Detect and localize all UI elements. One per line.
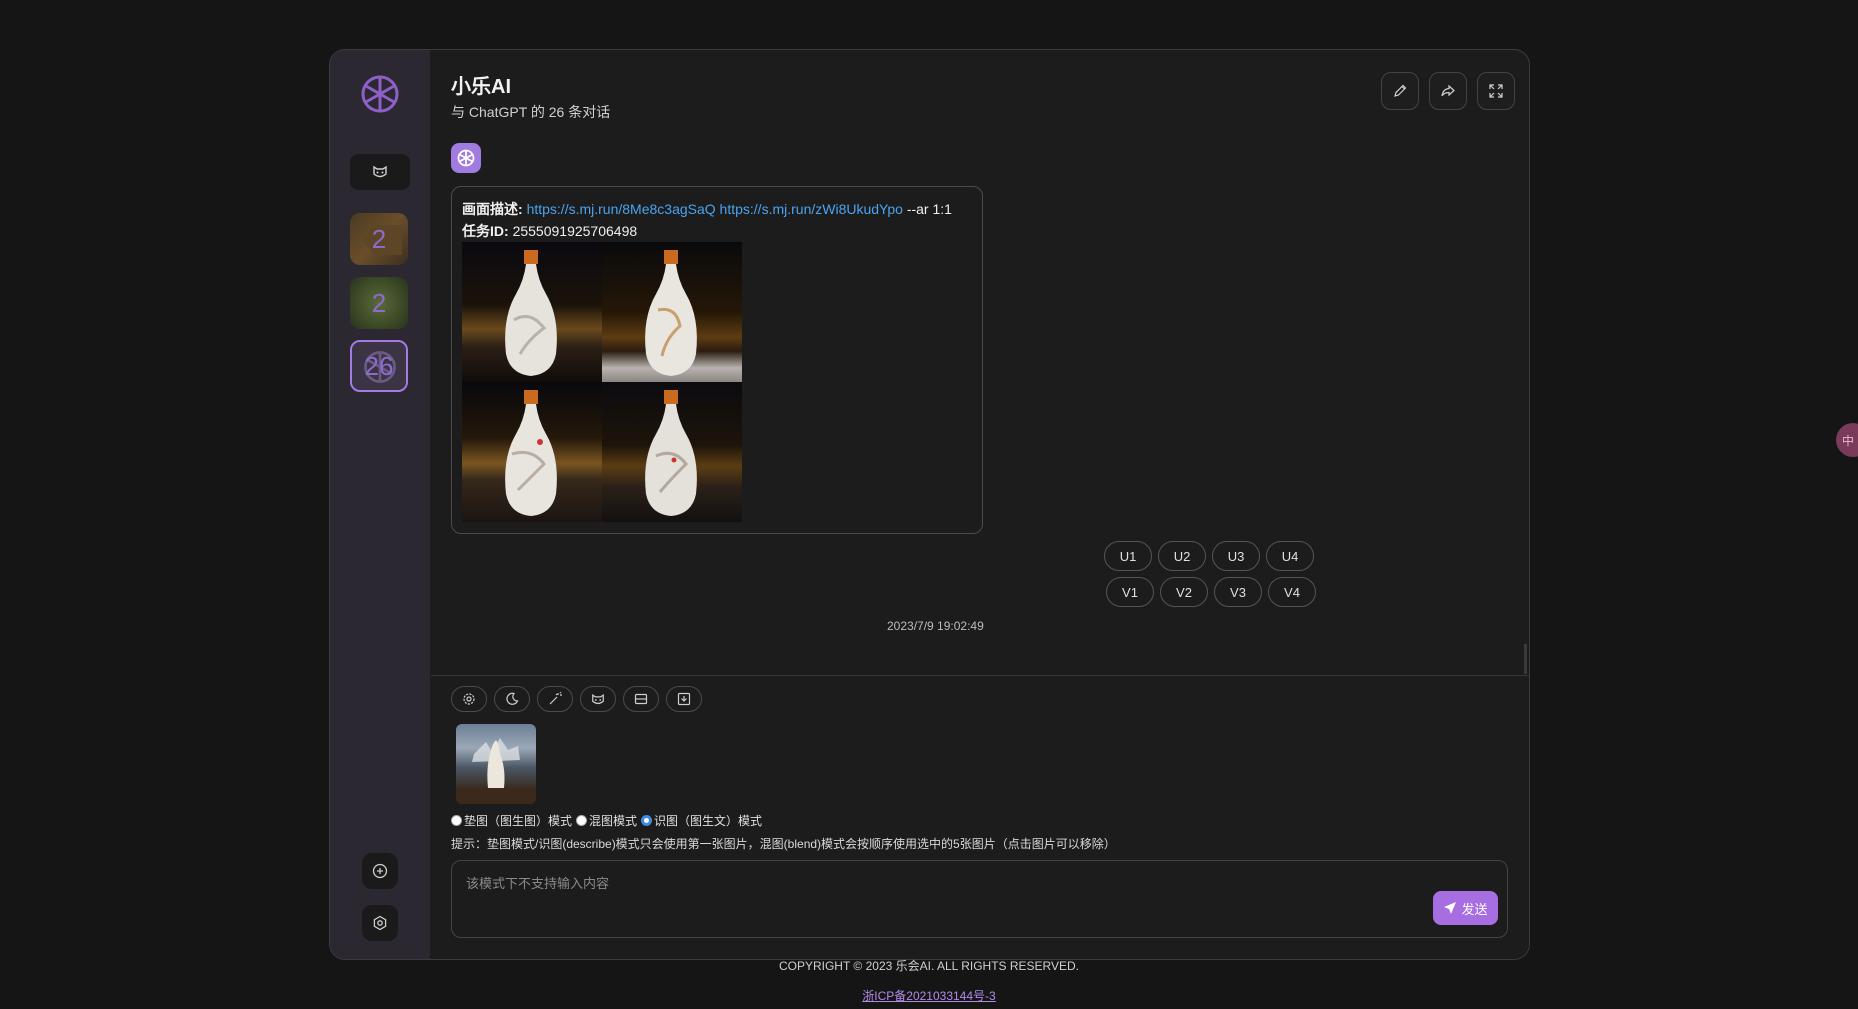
pencil-icon	[1394, 84, 1407, 97]
composer-toolbar	[451, 686, 702, 712]
task-label: 任务ID:	[462, 223, 509, 239]
input-placeholder: 该模式下不支持输入内容	[466, 876, 610, 891]
task-id: 2555091925706498	[512, 223, 638, 239]
fullscreen-icon	[1489, 84, 1503, 98]
openai-logo-icon	[457, 149, 475, 167]
chat-panel: 小乐AI 与 ChatGPT 的 26 条对话 画面描述: https://s.…	[431, 50, 1529, 675]
mode-label: 垫图（图生图）模式	[464, 814, 573, 828]
generated-image[interactable]	[602, 242, 742, 382]
mode-label: 识图（图生文）模式	[654, 814, 763, 828]
gear-icon	[463, 693, 475, 705]
generated-image[interactable]	[462, 382, 602, 522]
chat-title: 小乐AI	[451, 76, 511, 98]
mode-option-imagine[interactable]: 垫图（图生图）模式	[451, 812, 572, 829]
edit-button[interactable]	[1381, 72, 1419, 110]
uploaded-image-thumbnail[interactable]	[456, 724, 536, 804]
send-icon	[1444, 902, 1457, 914]
variation-button[interactable]: V1	[1106, 577, 1154, 607]
upload-button[interactable]	[666, 686, 702, 712]
sidebar: 2 2 26	[330, 50, 430, 959]
moon-icon	[506, 692, 519, 705]
theme-button[interactable]	[494, 686, 530, 712]
chat-count: 2	[371, 287, 387, 318]
variation-button[interactable]: V4	[1268, 577, 1316, 607]
variation-button-row: V1 V2 V3 V4	[1106, 577, 1316, 607]
chat-count: 26	[364, 350, 394, 381]
upscale-button[interactable]: U4	[1266, 541, 1314, 571]
prompt-link[interactable]: https://s.mj.run/zWi8UkudYpo	[720, 201, 903, 217]
radio-button[interactable]	[576, 815, 588, 826]
prompt-link[interactable]: https://s.mj.run/8Me8c3agSaQ	[527, 201, 716, 217]
mask-icon	[373, 165, 387, 178]
task-line: 任务ID: 2555091925706498	[462, 221, 637, 241]
mode-label: 混图模式	[589, 814, 638, 828]
upscale-button[interactable]: U3	[1212, 541, 1260, 571]
generated-image[interactable]	[602, 382, 742, 522]
add-circle-icon	[372, 863, 388, 879]
app-window: 2 2 26 小乐AI 与 ChatGPT 的 26 条对话 画面描述: htt…	[329, 49, 1530, 960]
chat-item-selected[interactable]: 26	[350, 340, 408, 392]
upscale-button[interactable]: U1	[1104, 541, 1152, 571]
scrollbar[interactable]	[1524, 644, 1527, 674]
generated-image-grid[interactable]	[462, 242, 742, 522]
settings-button[interactable]	[451, 686, 487, 712]
fullscreen-button[interactable]	[1477, 72, 1515, 110]
openai-logo-icon[interactable]	[358, 72, 402, 116]
assistant-avatar	[451, 143, 481, 173]
message-input[interactable]: 该模式下不支持输入内容 发送	[451, 860, 1508, 938]
mask-button[interactable]	[350, 154, 410, 190]
mode-hint: 提示：垫图模式/识图(describe)模式只会使用第一张图片，混图(blend…	[451, 837, 1116, 851]
copyright: COPYRIGHT © 2023 乐会AI. ALL RIGHTS RESERV…	[778, 959, 1080, 973]
image-button[interactable]	[623, 686, 659, 712]
share-button[interactable]	[1429, 72, 1467, 110]
prompt-button[interactable]	[537, 686, 573, 712]
chat-count: 2	[371, 223, 387, 254]
upscale-button[interactable]: U2	[1158, 541, 1206, 571]
chat-item[interactable]: 2	[350, 213, 408, 265]
variation-button[interactable]: V3	[1214, 577, 1262, 607]
chat-subtitle: 与 ChatGPT 的 26 条对话	[451, 104, 611, 120]
icp-line: 浙ICP备2021033144号-3	[0, 987, 1858, 1004]
translate-badge[interactable]: 中	[1836, 423, 1858, 457]
upscale-button-row: U1 U2 U3 U4	[1104, 541, 1314, 571]
send-label: 发送	[1461, 901, 1488, 917]
message-timestamp: 2023/7/9 19:02:49	[887, 619, 984, 633]
radio-button[interactable]	[451, 815, 462, 826]
generated-image[interactable]	[462, 242, 602, 382]
new-chat-button[interactable]	[362, 853, 398, 889]
mask-button[interactable]	[580, 686, 616, 712]
mask-icon	[592, 693, 604, 704]
share-icon	[1441, 84, 1455, 97]
mode-selector: 垫图（图生图）模式 混图模式 识图（图生文）模式	[451, 812, 766, 829]
upload-icon	[677, 692, 691, 706]
desc-label: 画面描述:	[462, 201, 523, 217]
send-button[interactable]: 发送	[1433, 891, 1498, 925]
image-icon	[634, 693, 648, 705]
variation-button[interactable]: V2	[1160, 577, 1208, 607]
settings-icon	[373, 915, 387, 931]
icp-link[interactable]: 浙ICP备2021033144号-3	[862, 989, 995, 1003]
mode-option-describe[interactable]: 识图（图生文）模式	[641, 812, 762, 829]
prompt-line: 画面描述: https://s.mj.run/8Me8c3agSaQ https…	[462, 199, 952, 219]
radio-button-selected[interactable]	[641, 815, 653, 826]
chat-item[interactable]: 2	[350, 277, 408, 329]
magic-wand-icon	[549, 692, 562, 705]
settings-button[interactable]	[362, 905, 398, 941]
message-bubble: 画面描述: https://s.mj.run/8Me8c3agSaQ https…	[451, 186, 983, 534]
composer: 垫图（图生图）模式 混图模式 识图（图生文）模式 提示：垫图模式/识图(desc…	[431, 675, 1529, 959]
prompt-param: --ar 1:1	[906, 201, 952, 217]
mode-option-blend[interactable]: 混图模式	[576, 812, 637, 829]
